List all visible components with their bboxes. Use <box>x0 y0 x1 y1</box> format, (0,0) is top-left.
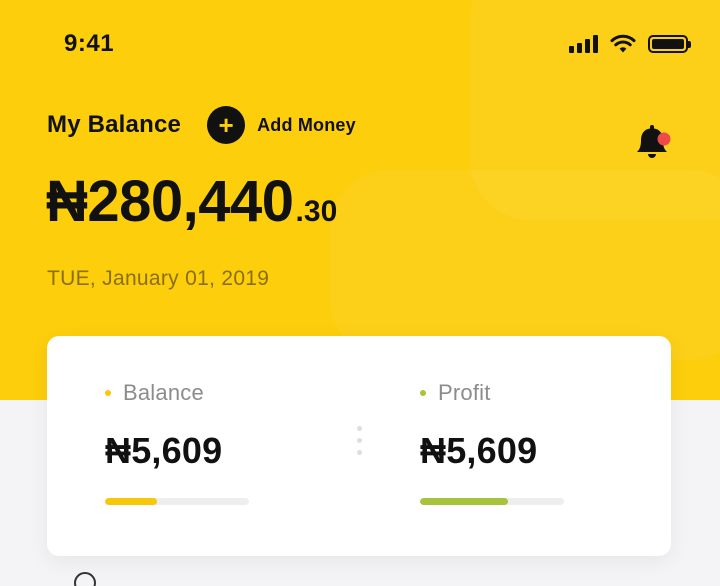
stat-divider <box>357 426 362 455</box>
add-money-button[interactable]: + Add Money <box>207 106 356 144</box>
profit-stat: Profit ₦5,609 <box>420 380 564 505</box>
balance-stat: Balance ₦5,609 <box>105 380 249 505</box>
profit-label-row: Profit <box>420 380 564 406</box>
notification-button[interactable] <box>630 120 674 164</box>
balance-dot <box>105 390 111 396</box>
profit-progress-fill <box>420 498 508 505</box>
status-time: 9:41 <box>64 30 115 57</box>
profit-stat-label: Profit <box>438 380 491 405</box>
balance-date: TUE, January 01, 2019 <box>47 267 270 290</box>
search-icon[interactable] <box>74 572 96 586</box>
add-money-label: Add Money <box>257 114 356 135</box>
balance-main: ₦280,440 <box>46 169 294 234</box>
balance-progress-bar <box>105 498 249 505</box>
summary-card: Balance ₦5,609 Profit ₦5,609 <box>47 336 671 556</box>
plus-icon: + <box>207 106 246 144</box>
balance-stat-label: Balance <box>123 380 204 405</box>
battery-icon <box>648 35 691 53</box>
balance-decimal: .30 <box>295 195 338 228</box>
page-title: My Balance <box>47 111 182 138</box>
bell-icon <box>637 125 671 158</box>
profit-dot <box>420 390 426 396</box>
balance-progress-fill <box>105 498 157 505</box>
balance-stat-value: ₦5,609 <box>105 430 223 471</box>
notification-dot <box>657 132 671 146</box>
profit-progress-bar <box>420 498 564 505</box>
balance-label-row: Balance <box>105 380 249 406</box>
profit-stat-value: ₦5,609 <box>420 430 538 471</box>
status-bar: 9:41 <box>0 0 720 90</box>
total-balance: ₦280,440 .30 <box>46 168 337 235</box>
background-decoration <box>330 170 720 360</box>
signal-icon <box>569 35 598 53</box>
wifi-icon <box>610 34 636 53</box>
balance-header-row: My Balance + Add Money <box>47 106 356 144</box>
status-icons <box>569 34 691 54</box>
